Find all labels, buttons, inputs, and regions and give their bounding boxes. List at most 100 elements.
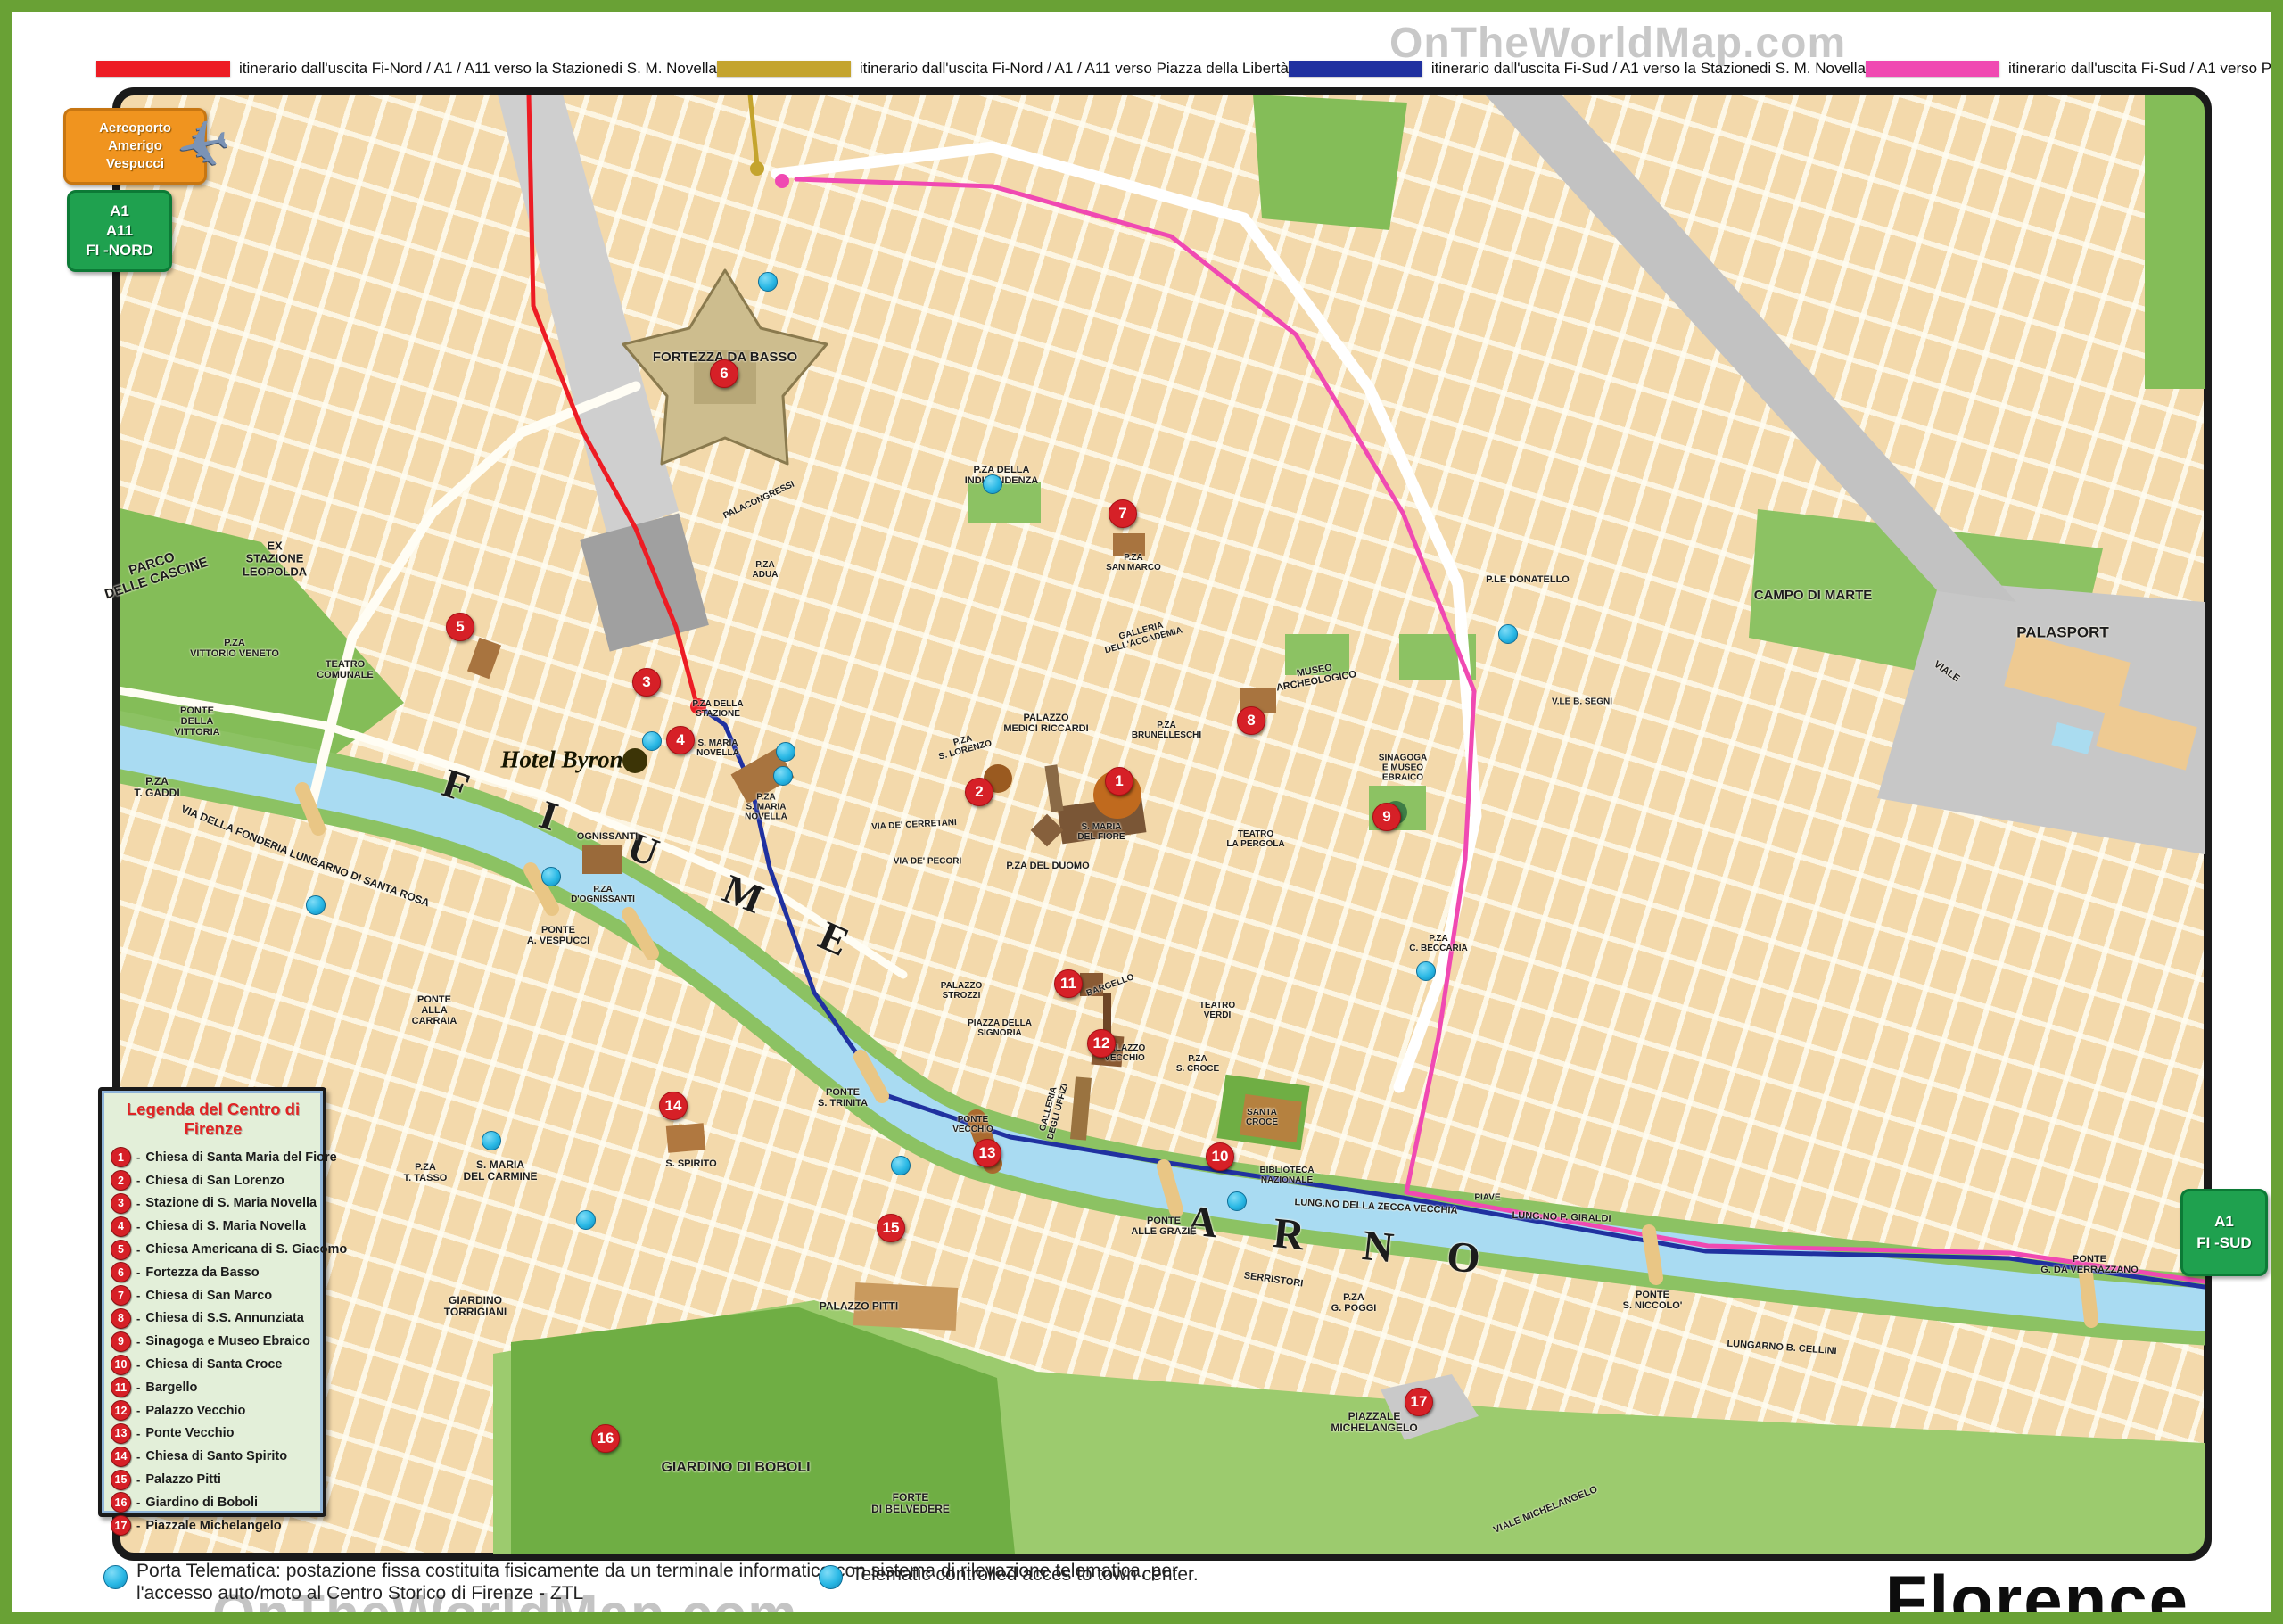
route-legend-label: itinerario dall'uscita Fi-Nord / A1 / A1… xyxy=(860,60,1289,78)
landmark-marker-6[interactable]: 6 xyxy=(710,359,738,388)
route-legend-item: itinerario dall'uscita Fi-Nord / A1 / A1… xyxy=(717,60,1289,78)
map-label: P.ZA G. POGGI xyxy=(1331,1292,1377,1314)
map-label: TEATRO LA PERGOLA xyxy=(1226,829,1284,849)
landmark-marker-4[interactable]: 4 xyxy=(666,726,695,754)
telematic-gate-icon xyxy=(482,1131,501,1150)
telematic-gate-icon xyxy=(758,272,778,292)
map-label: PIAVE xyxy=(1474,1193,1500,1203)
legend-box: Legenda del Centro di Firenze 1-Chiesa d… xyxy=(98,1087,326,1517)
map-label: PONTE G. DA VERRAZZANO xyxy=(2040,1254,2139,1275)
landmark-marker-13[interactable]: 13 xyxy=(973,1139,1001,1167)
landmark-marker-17[interactable]: 17 xyxy=(1405,1388,1433,1416)
legend-item: 15-Palazzo Pitti xyxy=(111,1468,316,1491)
legend-item: 3-Stazione di S. Maria Novella xyxy=(111,1192,316,1216)
legend-title: Legenda del Centro di Firenze xyxy=(111,1100,316,1139)
route-legend-bar: itinerario dall'uscita Fi-Nord / A1 / A1… xyxy=(96,60,2259,78)
legend-item-label: Stazione di S. Maria Novella xyxy=(145,1196,317,1210)
map-label: P.ZA SAN MARCO xyxy=(1106,553,1161,573)
landmark-marker-14[interactable]: 14 xyxy=(659,1092,688,1120)
legend-number-badge: 14 xyxy=(111,1447,131,1467)
a1-fi-nord-sign: A1 A11 FI -NORD xyxy=(67,190,172,272)
legend-item: 17-Piazzale Michelangelo xyxy=(111,1514,316,1537)
legend-number-badge: 15 xyxy=(111,1470,131,1490)
hotel-byron-label: Hotel Byron xyxy=(500,746,622,774)
route-legend-item: itinerario dall'uscita Fi-Sud / A1 verso… xyxy=(1289,60,1866,78)
legend-separator: - xyxy=(136,1404,140,1417)
legend-separator: - xyxy=(136,1335,140,1348)
route-color-swatch xyxy=(1866,61,1999,77)
legend-item-label: Chiesa di S. Maria Novella xyxy=(145,1219,306,1233)
legend-number-badge: 11 xyxy=(111,1377,131,1397)
legend-item-label: Chiesa di Santa Maria del Fiore xyxy=(145,1150,336,1165)
legend-item-label: Chiesa di S.S. Annunziata xyxy=(145,1311,304,1325)
legend-number-badge: 16 xyxy=(111,1492,131,1513)
legend-item-label: Chiesa di San Lorenzo xyxy=(145,1174,284,1188)
map-label: PALAZZO STROZZI xyxy=(941,981,982,1001)
legend-number-badge: 5 xyxy=(111,1240,131,1260)
landmark-marker-16[interactable]: 16 xyxy=(591,1424,620,1453)
map-label: S. SPIRITO xyxy=(665,1158,716,1169)
map-label: PALAZZO PITTI xyxy=(820,1300,898,1312)
legend-number-badge: 7 xyxy=(111,1285,131,1306)
landmark-marker-10[interactable]: 10 xyxy=(1206,1142,1234,1171)
legend-item: 8-Chiesa di S.S. Annunziata xyxy=(111,1307,316,1331)
legend-separator: - xyxy=(136,1220,140,1233)
legend-item: 7-Chiesa di San Marco xyxy=(111,1284,316,1307)
map-label: P.ZA T. GADDI xyxy=(134,776,179,799)
landmark-marker-8[interactable]: 8 xyxy=(1237,706,1265,735)
legend-item-label: Bargello xyxy=(145,1381,197,1395)
map-label: BIBLIOTECA NAZIONALE xyxy=(1259,1166,1314,1185)
landmark-marker-11[interactable]: 11 xyxy=(1054,969,1083,998)
telematic-gate-icon xyxy=(1416,961,1436,981)
route-color-swatch xyxy=(96,61,230,77)
legend-separator: - xyxy=(136,1197,140,1210)
map-label: SANTA CROCE xyxy=(1246,1108,1278,1127)
map-label: PONTE ALLA CARRAIA xyxy=(412,994,457,1026)
map-label: PONTE A. VESPUCCI xyxy=(527,925,589,946)
telematic-gate-icon xyxy=(819,1565,843,1589)
legend-separator: - xyxy=(136,1381,140,1394)
legend-number-badge: 3 xyxy=(111,1193,131,1214)
legend-item-label: Chiesa di Santo Spirito xyxy=(145,1449,287,1463)
landmark-marker-15[interactable]: 15 xyxy=(877,1214,905,1242)
map-label: PONTE ALLE GRAZIE xyxy=(1131,1216,1196,1237)
florence-map[interactable] xyxy=(112,87,2212,1561)
legend-number-badge: 6 xyxy=(111,1262,131,1282)
landmark-marker-3[interactable]: 3 xyxy=(632,668,661,697)
map-label: S. MARIA NOVELLA xyxy=(696,738,739,758)
legend-item-label: Chiesa di Santa Croce xyxy=(145,1357,282,1372)
map-label: P.ZA S. MARIA NOVELLA xyxy=(745,793,787,822)
landmark-marker-5[interactable]: 5 xyxy=(446,613,474,641)
map-page: itinerario dall'uscita Fi-Nord / A1 / A1… xyxy=(0,0,2283,1624)
map-label: PIAZZA DELLA SIGNORIA xyxy=(968,1018,1032,1038)
telematic-gate-icon xyxy=(576,1210,596,1230)
map-label: PONTE VECCHIO xyxy=(952,1115,993,1134)
legend-item: 10-Chiesa di Santa Croce xyxy=(111,1353,316,1376)
route-color-swatch xyxy=(1289,61,1422,77)
map-label: P.ZA S. CROCE xyxy=(1176,1054,1219,1074)
legend-separator: - xyxy=(136,1265,140,1279)
telematic-gate-icon xyxy=(541,867,561,886)
map-label: P.ZA ADUA xyxy=(753,560,779,580)
landmark-marker-1[interactable]: 1 xyxy=(1105,767,1133,796)
map-label: P.ZA T. TASSO xyxy=(404,1162,448,1183)
legend-item-label: Sinagoga e Museo Ebraico xyxy=(145,1334,310,1348)
map-label: TEATRO VERDI xyxy=(1199,1001,1235,1020)
landmark-marker-2[interactable]: 2 xyxy=(965,778,993,806)
legend-item: 1-Chiesa di Santa Maria del Fiore xyxy=(111,1146,316,1169)
fi-sud-line: FI -SUD xyxy=(2183,1232,2265,1254)
map-label: VIA DE' PECORI xyxy=(894,857,961,867)
landmark-marker-9[interactable]: 9 xyxy=(1372,803,1401,831)
legend-separator: - xyxy=(136,1243,140,1257)
map-label: PALAZZO MEDICI RICCARDI xyxy=(1003,713,1088,734)
map-label: P.ZA D'OGNISSANTI xyxy=(571,885,635,904)
landmark-marker-7[interactable]: 7 xyxy=(1109,499,1137,528)
legend-item-label: Palazzo Pitti xyxy=(145,1472,221,1487)
route-legend-item: itinerario dall'uscita Fi-Nord / A1 / A1… xyxy=(96,60,717,78)
legend-item-label: Giardino di Boboli xyxy=(145,1496,258,1510)
telematic-gate-icon xyxy=(773,766,793,786)
legend-separator: - xyxy=(136,1150,140,1164)
legend-number-badge: 4 xyxy=(111,1216,131,1237)
legend-item: 13-Ponte Vecchio xyxy=(111,1422,316,1446)
landmark-marker-12[interactable]: 12 xyxy=(1087,1029,1116,1058)
